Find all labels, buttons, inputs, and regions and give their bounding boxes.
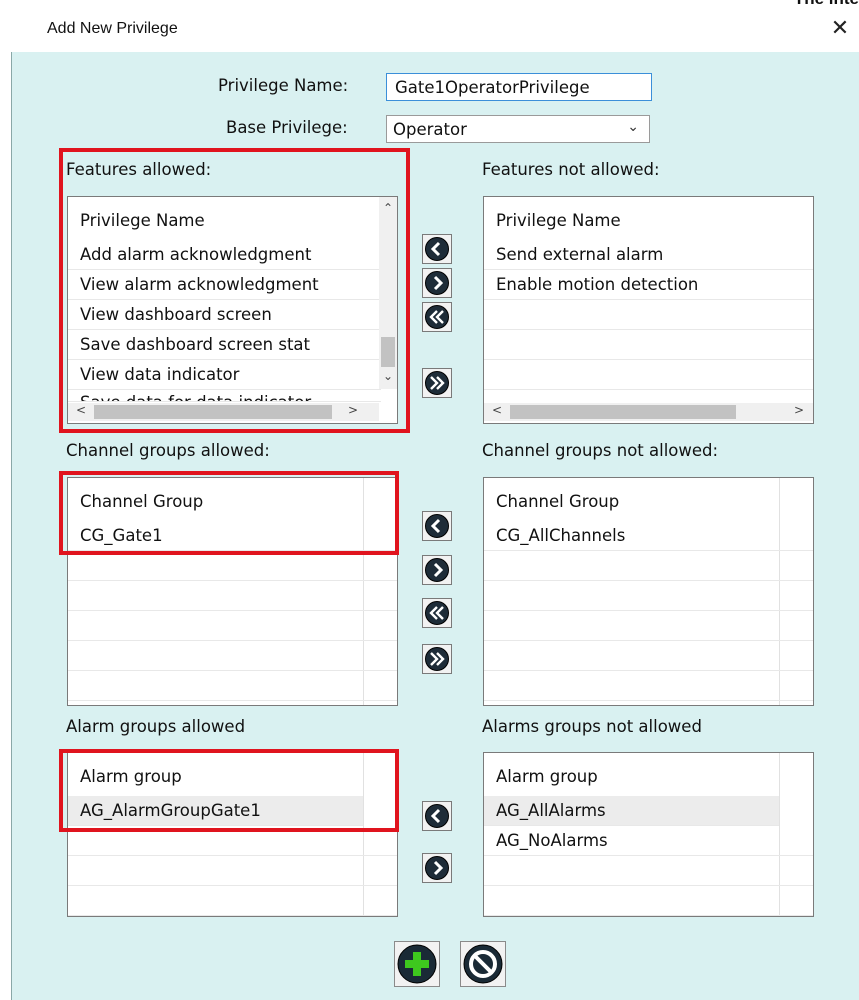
cropped-top-strip: The inte	[0, 0, 859, 10]
features-not-allowed-list[interactable]: Privilege Name Send external alarm Enabl…	[483, 196, 814, 424]
base-privilege-value: Operator	[393, 120, 467, 139]
add-button[interactable]	[394, 941, 440, 987]
list-header[interactable]: Channel Group	[484, 487, 813, 517]
privilege-name-label: Privilege Name:	[218, 76, 349, 95]
list-header[interactable]: Alarm group	[68, 762, 397, 792]
alarm-groups-allowed-list[interactable]: Alarm group AG_AlarmGroupGate1	[67, 752, 398, 917]
list-header[interactable]: Privilege Name	[68, 206, 381, 236]
move-left-button[interactable]	[422, 511, 452, 541]
window-title: Add New Privilege	[47, 20, 178, 37]
scroll-right-icon[interactable]: >	[348, 403, 358, 417]
list-item	[484, 856, 813, 886]
list-item	[484, 300, 813, 330]
title-bar: Add New Privilege ✕	[0, 10, 859, 52]
list-item	[484, 551, 813, 581]
cancel-button[interactable]	[460, 941, 506, 987]
list-item[interactable]: Enable motion detection	[484, 270, 813, 300]
features-allowed-list[interactable]: Privilege Name Add alarm acknowledgment …	[67, 196, 398, 424]
horizontal-scrollbar[interactable]: < >	[68, 403, 379, 421]
list-header[interactable]: Channel Group	[68, 487, 397, 517]
list-item[interactable]: Add alarm acknowledgment	[68, 240, 381, 270]
list-item	[68, 886, 397, 916]
channel-groups-allowed-label: Channel groups allowed:	[66, 441, 270, 460]
move-all-left-button[interactable]	[422, 302, 452, 332]
scroll-left-icon[interactable]: <	[76, 403, 86, 417]
base-privilege-label: Base Privilege:	[226, 118, 348, 137]
list-item	[68, 581, 397, 611]
move-right-button[interactable]	[422, 555, 452, 585]
base-privilege-select[interactable]: Operator ⌄	[386, 115, 650, 143]
list-item[interactable]: Send external alarm	[484, 240, 813, 270]
close-button[interactable]: ✕	[827, 14, 853, 44]
list-item	[68, 856, 397, 886]
list-item[interactable]: AG_NoAlarms	[484, 826, 813, 856]
list-item[interactable]: CG_AllChannels	[484, 521, 813, 551]
privilege-name-input[interactable]: Gate1OperatorPrivilege	[386, 73, 652, 101]
list-item	[68, 671, 397, 701]
list-item	[484, 886, 813, 916]
vertical-scrollbar[interactable]: ⌃ ⌄	[379, 197, 397, 389]
list-item	[484, 360, 813, 390]
cropped-caption: The inte	[794, 0, 859, 9]
list-item[interactable]: AG_AlarmGroupGate1	[68, 796, 363, 826]
horizontal-scrollbar[interactable]: < >	[484, 403, 813, 421]
channel-groups-allowed-list[interactable]: Channel Group CG_Gate1	[67, 477, 398, 706]
move-all-right-button[interactable]	[422, 368, 452, 398]
move-left-button[interactable]	[422, 234, 452, 264]
chevron-down-icon: ⌄	[627, 119, 639, 135]
move-all-left-button[interactable]	[422, 598, 452, 628]
list-header[interactable]: Privilege Name	[484, 206, 813, 236]
scroll-thumb[interactable]	[94, 405, 332, 419]
list-item	[68, 826, 397, 856]
list-item[interactable]: Save data for data indicator	[68, 388, 381, 402]
scroll-thumb[interactable]	[510, 405, 736, 419]
features-not-allowed-label: Features not allowed:	[482, 160, 660, 179]
list-item	[484, 581, 813, 611]
move-left-button[interactable]	[422, 801, 452, 831]
alarm-groups-not-allowed-label: Alarms groups not allowed	[482, 717, 702, 736]
list-item[interactable]: View alarm acknowledgment	[68, 270, 381, 300]
scroll-up-icon[interactable]: ⌃	[383, 201, 393, 215]
list-item	[484, 671, 813, 701]
move-right-button[interactable]	[422, 268, 452, 298]
list-item[interactable]: View data indicator	[68, 360, 381, 390]
channel-groups-not-allowed-label: Channel groups not allowed:	[482, 441, 719, 460]
move-right-button[interactable]	[422, 853, 452, 883]
scroll-down-icon[interactable]: ⌄	[383, 369, 393, 383]
alarm-groups-not-allowed-list[interactable]: Alarm group AG_AllAlarms AG_NoAlarms	[483, 752, 814, 917]
scroll-thumb[interactable]	[381, 337, 395, 367]
list-item	[484, 641, 813, 671]
alarm-groups-allowed-label: Alarm groups allowed	[66, 717, 246, 736]
channel-groups-not-allowed-list[interactable]: Channel Group CG_AllChannels	[483, 477, 814, 706]
list-item	[484, 611, 813, 641]
scroll-left-icon[interactable]: <	[492, 403, 502, 417]
list-item[interactable]: CG_Gate1	[68, 521, 397, 551]
list-item	[68, 551, 397, 581]
list-header[interactable]: Alarm group	[484, 762, 813, 792]
list-item[interactable]: Save dashboard screen stat	[68, 330, 381, 360]
features-allowed-label: Features allowed:	[66, 160, 212, 179]
list-item[interactable]: View dashboard screen	[68, 300, 381, 330]
list-item	[68, 641, 397, 671]
list-item	[484, 330, 813, 360]
list-item	[68, 611, 397, 641]
move-all-right-button[interactable]	[422, 644, 452, 674]
list-item[interactable]: AG_AllAlarms	[484, 796, 779, 826]
scroll-right-icon[interactable]: >	[794, 403, 804, 417]
